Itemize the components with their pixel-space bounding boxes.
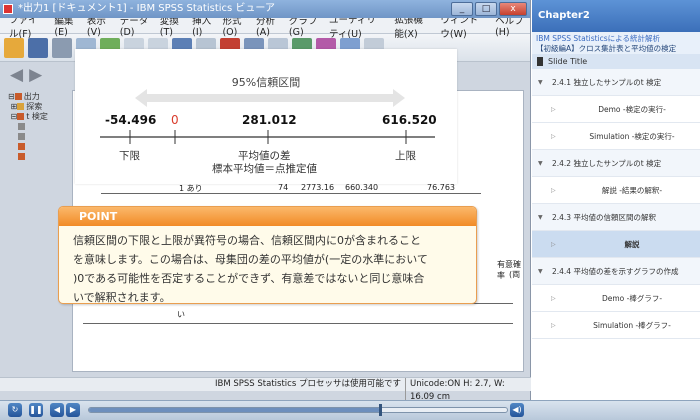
notes-icon	[18, 133, 26, 140]
tree-item-explore[interactable]: ⊞ 探索	[8, 102, 70, 112]
slide-list: 2.4.1 独立したサンプルのt 検定 Demo -検定の実行- Simulat…	[532, 69, 700, 339]
tree-item-output[interactable]: ⊟ 出力	[8, 92, 70, 102]
seek-thumb[interactable]	[378, 404, 382, 416]
upper-value: 616.520	[382, 113, 437, 127]
slide-item[interactable]: 2.4.4 平均値の差を示すグラフの作成	[532, 258, 700, 285]
table-line-3	[83, 323, 513, 324]
minimize-button[interactable]: _	[451, 2, 473, 16]
row-mean: 2773.16	[301, 183, 335, 192]
print-icon[interactable]	[52, 37, 72, 58]
previous-icon[interactable]: ◀	[50, 403, 64, 417]
table-icon-2	[18, 153, 26, 160]
status-bar: IBM SPSS Statistics プロセッサは使用可能です Unicode…	[0, 377, 531, 404]
mean-value: 281.012	[242, 113, 297, 127]
confidence-interval-diagram: 95%信頼区間 -54.496 0 281.012 616.520 下限 平均値…	[75, 49, 457, 184]
slide-item[interactable]: 2.4.3 平均値の信頼区間の解釈	[532, 204, 700, 231]
slide-item[interactable]: Demo -検定の実行-	[532, 96, 700, 123]
row-label-2: い	[177, 310, 185, 319]
tree-item-title[interactable]	[8, 122, 70, 132]
lower-label: 下限	[119, 150, 140, 162]
row-n: 74	[278, 183, 289, 192]
course-subtitle: 【初級編A】クロス集計表と平均値の検定	[536, 44, 677, 53]
app-icon	[3, 4, 13, 14]
open-folder-icon[interactable]	[4, 37, 24, 58]
slide-item-active[interactable]: 解説	[532, 231, 700, 258]
save-icon[interactable]	[28, 37, 48, 58]
course-title: IBM SPSS Statisticsによる統計解析	[536, 34, 660, 43]
table-line	[101, 193, 481, 194]
arrow-left-icon[interactable]: ◀	[10, 65, 23, 85]
col-sub: (両	[509, 270, 521, 279]
point-line: 信頼区間の下限と上限が異符号の場合、信頼区間内に0が含まれること	[73, 234, 421, 247]
tree-item-group-stats[interactable]	[8, 142, 70, 152]
row-se: 76.763	[427, 183, 455, 192]
slide-item[interactable]: Simulation -検定の実行-	[532, 123, 700, 150]
chapter-title: Chapter2	[532, 0, 700, 32]
point-callout: POINT 信頼区間の下限と上限が異符号の場合、信頼区間内に0が含まれること を…	[58, 206, 477, 304]
outline-tree: ⊟ 出力 ⊞ 探索 ⊟ t 検定	[8, 92, 70, 192]
upper-label: 上限	[395, 150, 416, 162]
slide-item[interactable]: 2.4.1 独立したサンプルのt 検定	[532, 69, 700, 96]
next-icon[interactable]: ▶	[66, 403, 80, 417]
point-line: いで解釈されます。	[73, 291, 171, 304]
pause-icon[interactable]: ❚❚	[29, 403, 43, 417]
row-label: 1 あり	[179, 184, 203, 193]
maximize-button[interactable]: □	[475, 2, 497, 16]
range-arrow	[135, 89, 405, 107]
title-icon	[18, 123, 26, 130]
processor-status: IBM SPSS Statistics プロセッサは使用可能です	[215, 379, 401, 389]
lower-value: -54.496	[105, 113, 157, 127]
point-line: を意味します。この場合は、母集団の差の平均値が(一定の水準において	[73, 253, 428, 266]
player-bar: ↻ ❚❚ ◀ ▶ ◀)	[0, 400, 700, 420]
tree-item-notes[interactable]	[8, 132, 70, 142]
point-body: 信頼区間の下限と上限が異符号の場合、信頼区間内に0が含まれること を意味します。…	[59, 226, 476, 304]
row-sd: 660.340	[345, 183, 379, 192]
tree-item-ttest[interactable]: ⊟ t 検定	[8, 112, 70, 122]
close-button[interactable]: x	[499, 2, 527, 16]
window-title: *出力1 [ドキュメント1] - IBM SPSS Statistics ビュー…	[18, 3, 276, 14]
menu-bar: ファイル(F) 編集(E) 表示(V) データ(D) 変換(T) 挿入(I) 形…	[0, 15, 530, 40]
ttest-icon	[17, 113, 25, 120]
slide-item[interactable]: 2.4.2 独立したサンプルのt 検定	[532, 150, 700, 177]
point-line: )0である可能性を否定することができず、有意差ではないと同じ意味合	[73, 272, 425, 285]
slide-item[interactable]: Demo -棒グラフ-	[532, 285, 700, 312]
seek-bar[interactable]	[88, 404, 508, 416]
tree-item-independent[interactable]	[8, 152, 70, 162]
slide-item[interactable]: Simulation -棒グラフ-	[532, 312, 700, 339]
output-icon	[14, 93, 22, 100]
course-header: IBM SPSS Statisticsによる統計解析 【初級編A】クロス集計表と…	[532, 32, 700, 54]
table-icon	[18, 143, 26, 150]
zero-value: 0	[171, 113, 179, 127]
slide-item[interactable]: 解説 -結果の解釈-	[532, 177, 700, 204]
arrow-right-icon[interactable]: ▶	[29, 65, 42, 85]
window-controls: _ □ x	[451, 2, 527, 16]
seek-progress	[89, 408, 380, 412]
mean-sub-label: 標本平均値＝点推定値	[212, 163, 317, 175]
point-heading: POINT	[59, 207, 476, 226]
replay-icon[interactable]: ↻	[8, 403, 22, 417]
explore-icon	[17, 103, 25, 110]
title-bar: *出力1 [ドキュメント1] - IBM SPSS Statistics ビュー…	[0, 0, 530, 18]
volume-icon[interactable]: ◀)	[510, 403, 524, 417]
chapter-panel: Chapter2 IBM SPSS Statisticsによる統計解析 【初級編…	[532, 0, 700, 400]
slide-title-header: Slide Title	[532, 54, 700, 69]
